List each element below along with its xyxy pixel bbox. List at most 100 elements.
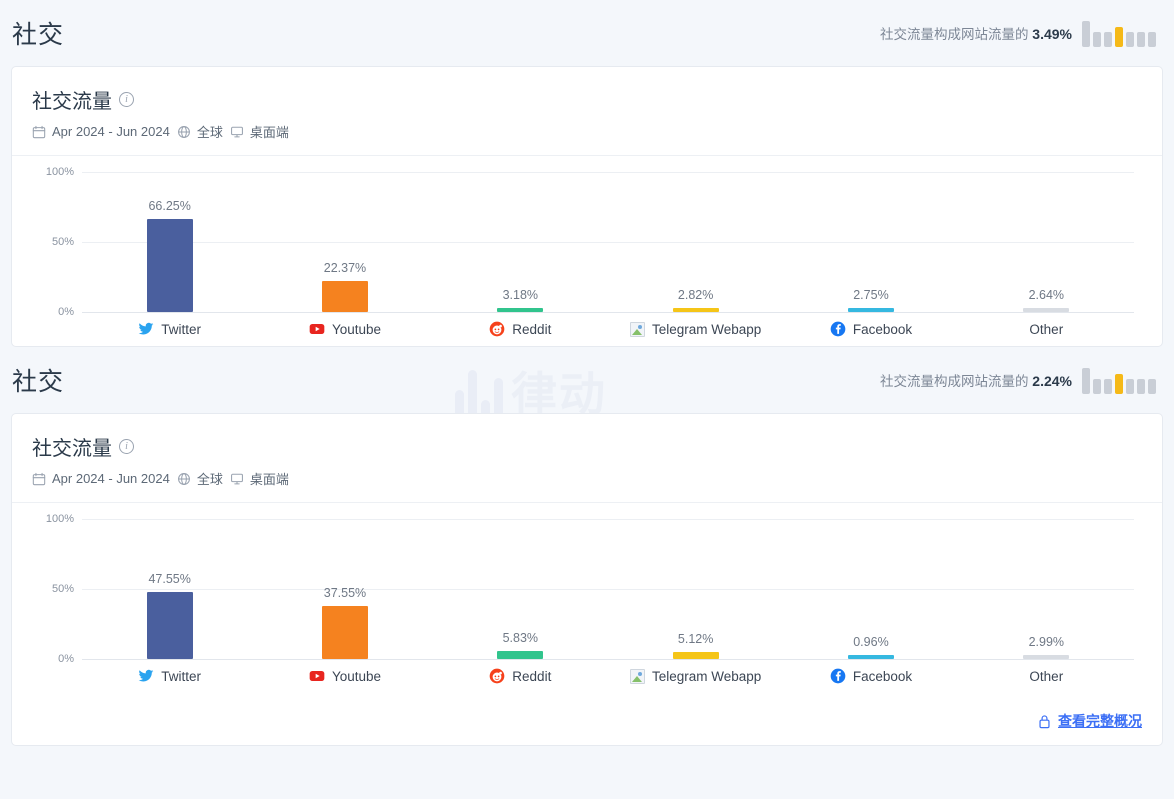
- chart-y-tick-label: 50%: [51, 236, 74, 248]
- chart-y-tick-label: 100%: [45, 513, 74, 525]
- card-footer-2: 查看完整概况: [12, 699, 1162, 745]
- chart-bar-column[interactable]: 66.25%: [82, 172, 257, 312]
- card-title-2: 社交流量: [32, 438, 112, 460]
- indicator-bar: [1115, 27, 1123, 47]
- indicator-bar: [1148, 379, 1156, 394]
- chart-bar[interactable]: [146, 219, 193, 312]
- chart-bars: 66.25% 22.37% 3.18% 2.82% 2.75% 2.64%: [82, 172, 1134, 312]
- chart-x-tick: Facebook: [783, 668, 958, 684]
- chart-y-tick-label: 100%: [45, 166, 74, 178]
- chart-bar-column[interactable]: 2.64%: [959, 172, 1134, 312]
- chart-x-tick-label: Telegram Webapp: [651, 668, 762, 684]
- chart-bar[interactable]: [321, 606, 368, 659]
- chart-x-tick-label: Other: [1029, 668, 1064, 684]
- broken-image-icon: [629, 321, 645, 337]
- reddit-icon: [489, 321, 505, 337]
- view-full-overview-label: 查看完整概况: [1058, 713, 1142, 729]
- chart-bar-column[interactable]: 3.18%: [433, 172, 608, 312]
- indicator-bar: [1104, 379, 1112, 394]
- twitter-icon: [138, 322, 154, 335]
- chart-bar[interactable]: [847, 655, 894, 659]
- chart-bar-value-label: 66.25%: [148, 199, 191, 214]
- calendar-icon: [32, 472, 46, 486]
- chart-bar-column[interactable]: 47.55%: [82, 519, 257, 659]
- chart-bar-value-label: 5.12%: [677, 631, 714, 646]
- chart-bar-column[interactable]: 2.82%: [608, 172, 783, 312]
- info-icon[interactable]: i: [119, 439, 134, 454]
- traffic-share-note-1: 社交流量构成网站流量的 3.49%: [880, 23, 1072, 43]
- indicator-bar: [1093, 32, 1101, 47]
- chart-x-tick: Telegram Webapp: [608, 668, 783, 684]
- chart-y-tick-label: 50%: [51, 583, 74, 595]
- chart-bar-value-label: 2.99%: [1028, 634, 1065, 649]
- card-title-1: 社交流量: [32, 91, 112, 113]
- calendar-icon: [32, 125, 46, 139]
- broken-image-icon: [629, 668, 645, 684]
- chart-bar-column[interactable]: 2.75%: [783, 172, 958, 312]
- chart-x-tick-label: Facebook: [852, 668, 913, 684]
- chart-bar-column[interactable]: 5.12%: [608, 519, 783, 659]
- meta-device-1: 桌面端: [230, 122, 289, 141]
- chart-bar[interactable]: [672, 308, 719, 312]
- chart-x-tick: Other: [959, 321, 1134, 337]
- chart-bar-column[interactable]: 37.55%: [257, 519, 432, 659]
- chart-bars: 47.55% 37.55% 5.83% 5.12% 0.96% 2.99%: [82, 519, 1134, 659]
- chart-x-tick-label: Other: [1029, 321, 1064, 337]
- meta-region-2: 全球: [177, 469, 223, 488]
- chart-bar-value-label: 3.18%: [502, 287, 539, 302]
- chart-bar-column[interactable]: 0.96%: [783, 519, 958, 659]
- chart-y-tick-label: 0%: [58, 653, 74, 665]
- chart-bar[interactable]: [672, 651, 719, 659]
- chart-bar-value-label: 0.96%: [853, 635, 889, 649]
- chart-x-tick-label: Reddit: [512, 668, 552, 684]
- chart-x-tick-label: Twitter: [161, 321, 202, 337]
- chart-x-tick: Twitter: [82, 321, 257, 337]
- meta-date-label-1: Apr 2024 - Jun 2024: [52, 124, 170, 139]
- chart-bar[interactable]: [146, 592, 193, 659]
- lock-icon: [1038, 714, 1051, 729]
- chart-bar[interactable]: [1023, 308, 1070, 312]
- chart-bar[interactable]: [321, 280, 368, 312]
- chart-bar-value-label: 5.83%: [502, 630, 539, 645]
- indicator-bar: [1137, 379, 1145, 394]
- page-title-1: 社交: [12, 21, 65, 49]
- monitor-icon: [230, 125, 244, 139]
- chart-bar-column[interactable]: 2.99%: [959, 519, 1134, 659]
- chart-x-tick-label: Telegram Webapp: [651, 321, 762, 337]
- meta-date-range-1: Apr 2024 - Jun 2024: [32, 124, 170, 139]
- chart-bar-value-label: 2.64%: [1028, 288, 1065, 302]
- chart-x-tick: Twitter: [82, 668, 257, 684]
- traffic-share-prefix-1: 社交流量构成网站流量的: [880, 27, 1029, 42]
- chart-bar[interactable]: [847, 308, 894, 312]
- globe-icon: [177, 472, 191, 486]
- social-traffic-page: 律动 BLOCKBEATS 社交 社交流量构成网站流量的 3.49% 社交流量 …: [0, 0, 1174, 799]
- indicator-bar: [1115, 374, 1123, 394]
- chart-bar[interactable]: [497, 307, 544, 312]
- card-header-1: 社交流量 i Apr 2024 - Jun 2024 全球 桌面端: [12, 67, 1162, 155]
- chart-bar[interactable]: [497, 650, 544, 659]
- view-full-overview-link[interactable]: 查看完整概况: [1038, 711, 1142, 731]
- social-traffic-chart-1: 0% 50% 100% 66.25% 22.37% 3.18% 2.82% 2.75% 2.64…: [12, 156, 1162, 346]
- chart-bar-column[interactable]: 5.83%: [433, 519, 608, 659]
- chart-x-axis-1: Twitter Youtube Reddit Telegram Webapp Faceb…: [82, 321, 1134, 337]
- meta-region-1: 全球: [177, 122, 223, 141]
- meta-date-label-2: Apr 2024 - Jun 2024: [52, 471, 170, 486]
- chart-gridline: [82, 312, 1134, 313]
- traffic-level-indicator-1: [1082, 19, 1156, 47]
- traffic-share-note-2: 社交流量构成网站流量的 2.24%: [880, 370, 1072, 390]
- chart-bar-column[interactable]: 22.37%: [257, 172, 432, 312]
- chart-bar[interactable]: [1023, 654, 1070, 659]
- twitter-icon: [138, 669, 154, 682]
- chart-x-tick: Facebook: [783, 321, 958, 337]
- traffic-share-value-2: 2.24%: [1032, 373, 1072, 389]
- chart-x-tick-label: Youtube: [331, 668, 382, 684]
- chart-x-tick-label: Facebook: [852, 321, 913, 337]
- meta-device-label-1: 桌面端: [249, 125, 289, 140]
- chart-x-tick: Reddit: [433, 668, 608, 684]
- youtube-icon: [309, 324, 325, 334]
- indicator-bar: [1148, 32, 1156, 47]
- chart-plot-area-2: 0% 50% 100% 47.55% 37.55% 5.83% 5.12% 0.96% 2.99…: [46, 513, 1134, 665]
- chart-gridline: [82, 659, 1134, 660]
- facebook-icon: [830, 321, 846, 337]
- info-icon[interactable]: i: [119, 92, 134, 107]
